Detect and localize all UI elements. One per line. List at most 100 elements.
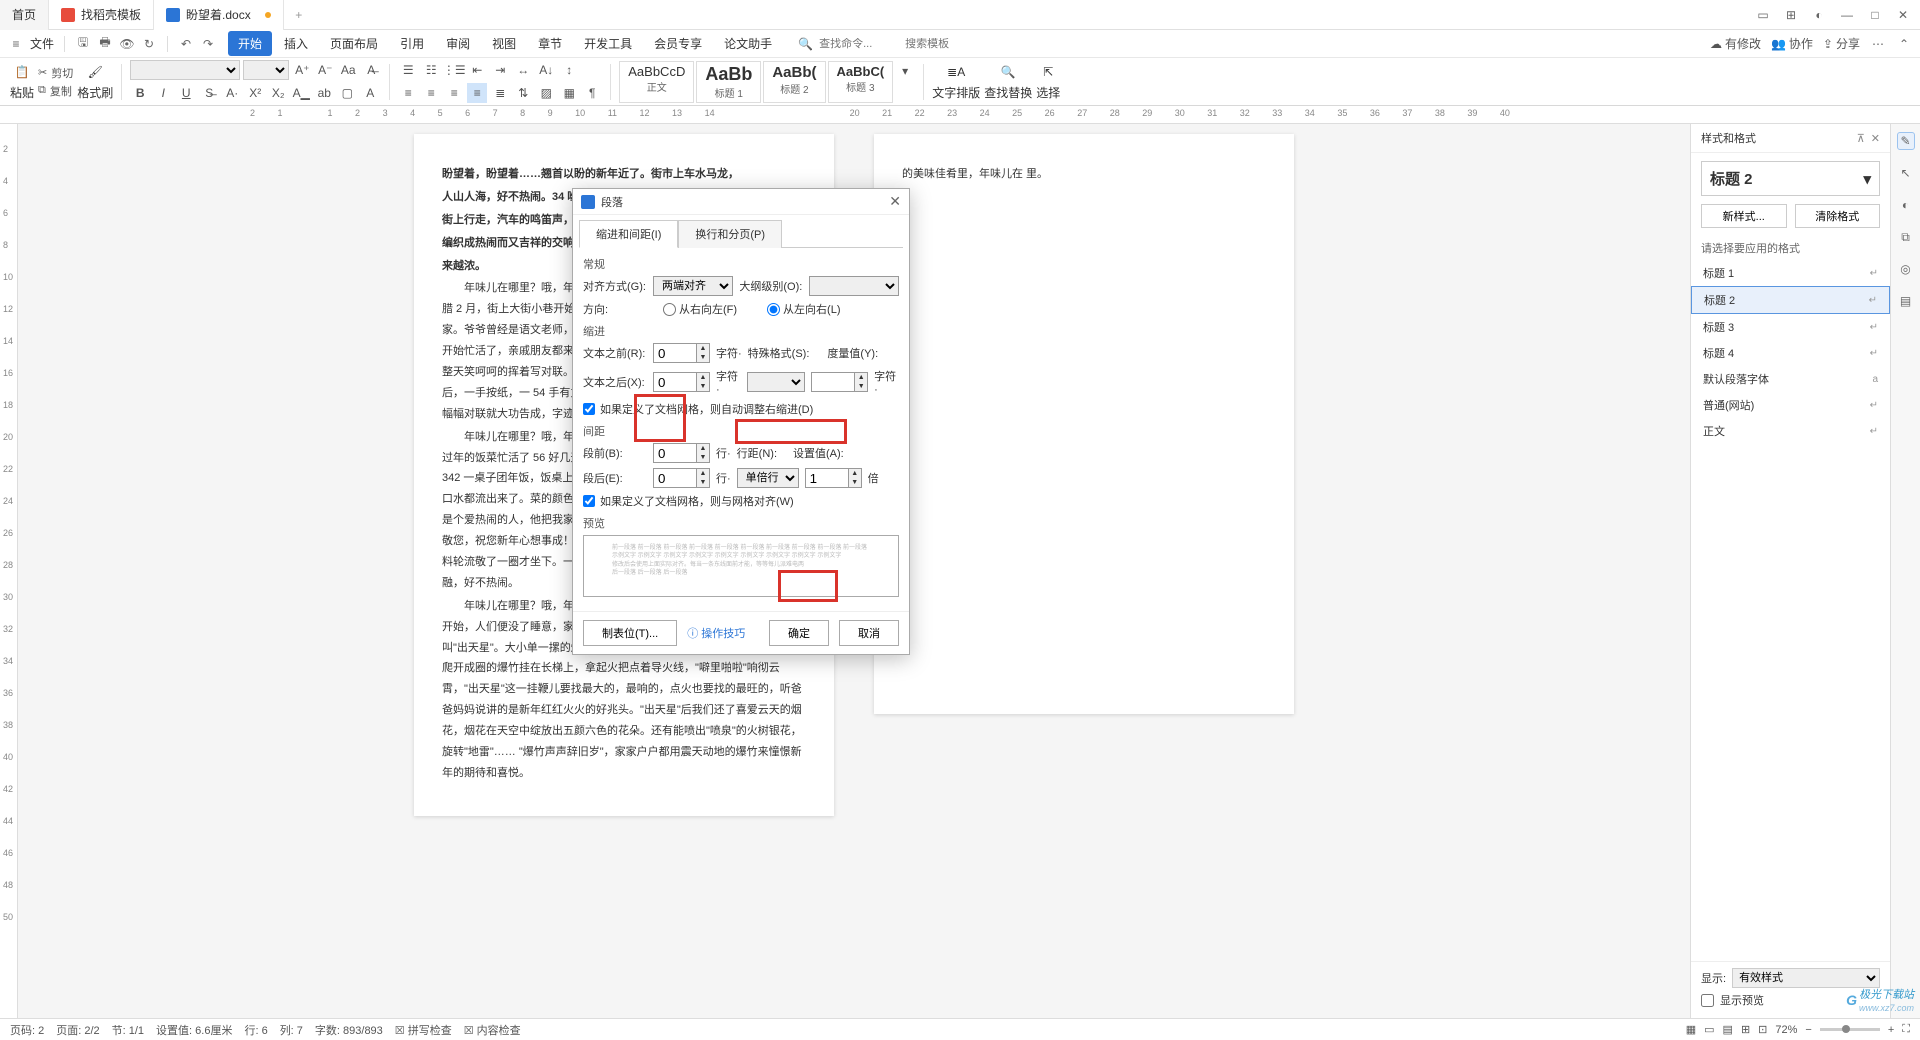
char-border-icon[interactable]: ▢ [337,83,357,103]
maximize-icon[interactable]: □ [1866,6,1884,24]
status-line[interactable]: 行: 6 [244,1022,267,1038]
style-normal[interactable]: AaBbCcD正文 [619,61,694,103]
strike-icon[interactable]: S̶ [199,83,219,103]
select-button[interactable]: ⇱选择 [1036,62,1060,101]
expand-icon[interactable]: ⌃ [1896,36,1912,52]
cut-button[interactable]: ✂ 剪切 [38,65,73,81]
font-color-icon[interactable]: A▁ [291,83,311,103]
cancel-button[interactable]: 取消 [839,620,899,646]
tool-location-icon[interactable]: ◎ [1897,260,1915,278]
align-left-icon[interactable]: ≡ [398,83,418,103]
menu-tab-thesis[interactable]: 论文助手 [714,31,782,56]
view-outline-icon[interactable]: ⊞ [1741,1023,1750,1036]
sort-icon[interactable]: ↕ [559,60,579,80]
status-section[interactable]: 节: 1/1 [112,1022,144,1038]
before-para-spinner[interactable]: ▲▼ [653,443,710,463]
paste-button[interactable]: 📋粘贴 [10,62,34,101]
dialog-tab-pagebreak[interactable]: 换行和分页(P) [678,220,782,248]
ruler-vertical[interactable]: 2468101214161820222426283032343638404244… [0,124,18,1018]
char-spacing-icon[interactable]: ↔ [513,60,533,80]
subscript-icon[interactable]: X₂ [268,83,288,103]
undo-icon[interactable]: ↶ [178,36,194,52]
minimize-icon[interactable]: — [1838,6,1856,24]
text-layout-button[interactable]: ≣A文字排版 [932,62,980,101]
font-select[interactable] [130,60,240,80]
tab-document[interactable]: 盼望着.docx [154,0,284,30]
status-words[interactable]: 字数: 893/893 [315,1022,383,1038]
more-icon[interactable]: ⋯ [1870,36,1886,52]
grid-icon[interactable]: ⊞ [1782,6,1800,24]
underline-icon[interactable]: U [176,83,196,103]
change-case-icon[interactable]: Aa [338,60,358,80]
hamburger-icon[interactable]: ≡ [8,36,24,52]
fontsize-select[interactable] [243,60,289,80]
before-text-spinner[interactable]: ▲▼ [653,343,710,363]
menu-tab-insert[interactable]: 插入 [274,31,318,56]
style-h2[interactable]: AaBb(标题 2 [763,61,825,103]
grid-indent-checkbox[interactable] [583,403,595,415]
tab-templates[interactable]: 找稻壳模板 [49,0,154,30]
show-select[interactable]: 有效样式 [1732,968,1880,988]
fullscreen-icon[interactable]: ⛶ [1902,1023,1910,1036]
style-h3[interactable]: AaBbC(标题 3 [828,61,894,103]
share[interactable]: ⇪ 分享 [1823,35,1860,52]
file-menu[interactable]: 文件 [30,35,54,52]
user-icon[interactable]: ◐ [1810,6,1828,24]
menu-tab-section[interactable]: 章节 [528,31,572,56]
menu-tab-start[interactable]: 开始 [228,31,272,56]
template-search-input[interactable] [905,38,985,50]
show-preview-checkbox[interactable] [1701,994,1714,1007]
line-spacing-icon[interactable]: ⇅ [513,83,533,103]
grid-align-checkbox[interactable] [583,495,595,507]
italic-icon[interactable]: I [153,83,173,103]
shrink-font-icon[interactable]: A⁻ [315,60,335,80]
after-para-spinner[interactable]: ▲▼ [653,468,710,488]
status-col[interactable]: 列: 7 [280,1022,303,1038]
style-item-web[interactable]: 普通(网站)↵ [1691,392,1890,418]
format-painter-button[interactable]: 🖌格式刷 [77,62,113,101]
style-item-h1[interactable]: 标题 1↵ [1691,260,1890,286]
align-distribute-icon[interactable]: ≣ [490,83,510,103]
style-item-default[interactable]: 默认段落字体a [1691,366,1890,392]
dialog-close-icon[interactable]: ✕ [889,193,901,210]
dialog-tab-indent[interactable]: 缩进和间距(I) [579,220,678,248]
view-read-icon[interactable]: ▭ [1704,1023,1714,1036]
zoom-slider[interactable] [1820,1028,1880,1031]
zoom-in-icon[interactable]: + [1888,1024,1894,1036]
redo-icon[interactable]: ↷ [200,36,216,52]
cooperate[interactable]: 👥 协作 [1771,35,1813,52]
clear-format-icon[interactable]: A̶ [361,60,381,80]
align-right-icon[interactable]: ≡ [444,83,464,103]
after-text-spinner[interactable]: ▲▼ [653,372,710,392]
style-item-body[interactable]: 正文↵ [1691,418,1890,444]
tool-pencil-icon[interactable]: ✎ [1897,132,1915,150]
align-justify-icon[interactable]: ≡ [467,83,487,103]
style-h1[interactable]: AaBb标题 1 [696,61,761,103]
pane-pin-icon[interactable]: ⊼ [1857,132,1865,145]
refresh-icon[interactable]: ↻ [141,36,157,52]
borders-icon[interactable]: ▦ [559,83,579,103]
current-style-selector[interactable]: 标题 2▾ [1701,161,1880,196]
tabs-button[interactable]: 制表位(T)... [583,620,677,646]
track-changes[interactable]: ☁ 有修改 [1710,35,1761,52]
setvalue-spinner[interactable]: ▲▼ [805,468,862,488]
indent-dec-icon[interactable]: ⇤ [467,60,487,80]
zoom-fit-icon[interactable]: ⊡ [1758,1023,1767,1036]
new-style-button[interactable]: 新样式... [1701,204,1787,228]
linespacing-select[interactable]: 单倍行距 [737,468,799,488]
print-icon[interactable]: 🖶 [97,36,113,52]
menu-tab-review[interactable]: 审阅 [436,31,480,56]
ok-button[interactable]: 确定 [769,620,829,646]
grow-font-icon[interactable]: A⁺ [292,60,312,80]
bold-icon[interactable]: B [130,83,150,103]
tool-panel-icon[interactable]: ▤ [1897,292,1915,310]
char-shading-icon[interactable]: A [360,83,380,103]
tips-link[interactable]: ⓘ 操作技巧 [687,625,745,641]
shading-icon[interactable]: ▨ [536,83,556,103]
para-marks-icon[interactable]: ¶ [582,83,602,103]
bullets-icon[interactable]: ☰ [398,60,418,80]
multilevel-icon[interactable]: ⋮☰ [444,60,464,80]
menu-tab-member[interactable]: 会员专享 [644,31,712,56]
save-icon[interactable]: 🖫 [75,36,91,52]
align-center-icon[interactable]: ≡ [421,83,441,103]
